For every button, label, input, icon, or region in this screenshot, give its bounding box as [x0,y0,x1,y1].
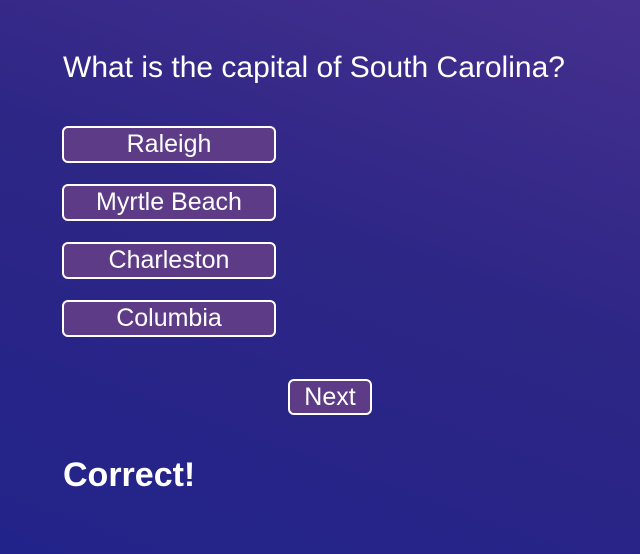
answer-button-myrtle-beach[interactable]: Myrtle Beach [62,184,276,221]
answer-button-raleigh[interactable]: Raleigh [62,126,276,163]
answer-button-columbia[interactable]: Columbia [62,300,276,337]
feedback-message: Correct! [63,456,196,494]
answer-list: Raleigh Myrtle Beach Charleston Columbia [62,126,276,358]
next-button[interactable]: Next [288,379,372,415]
quiz-container: What is the capital of South Carolina? R… [0,0,640,554]
answer-button-charleston[interactable]: Charleston [62,242,276,279]
question-text: What is the capital of South Carolina? [63,51,565,84]
